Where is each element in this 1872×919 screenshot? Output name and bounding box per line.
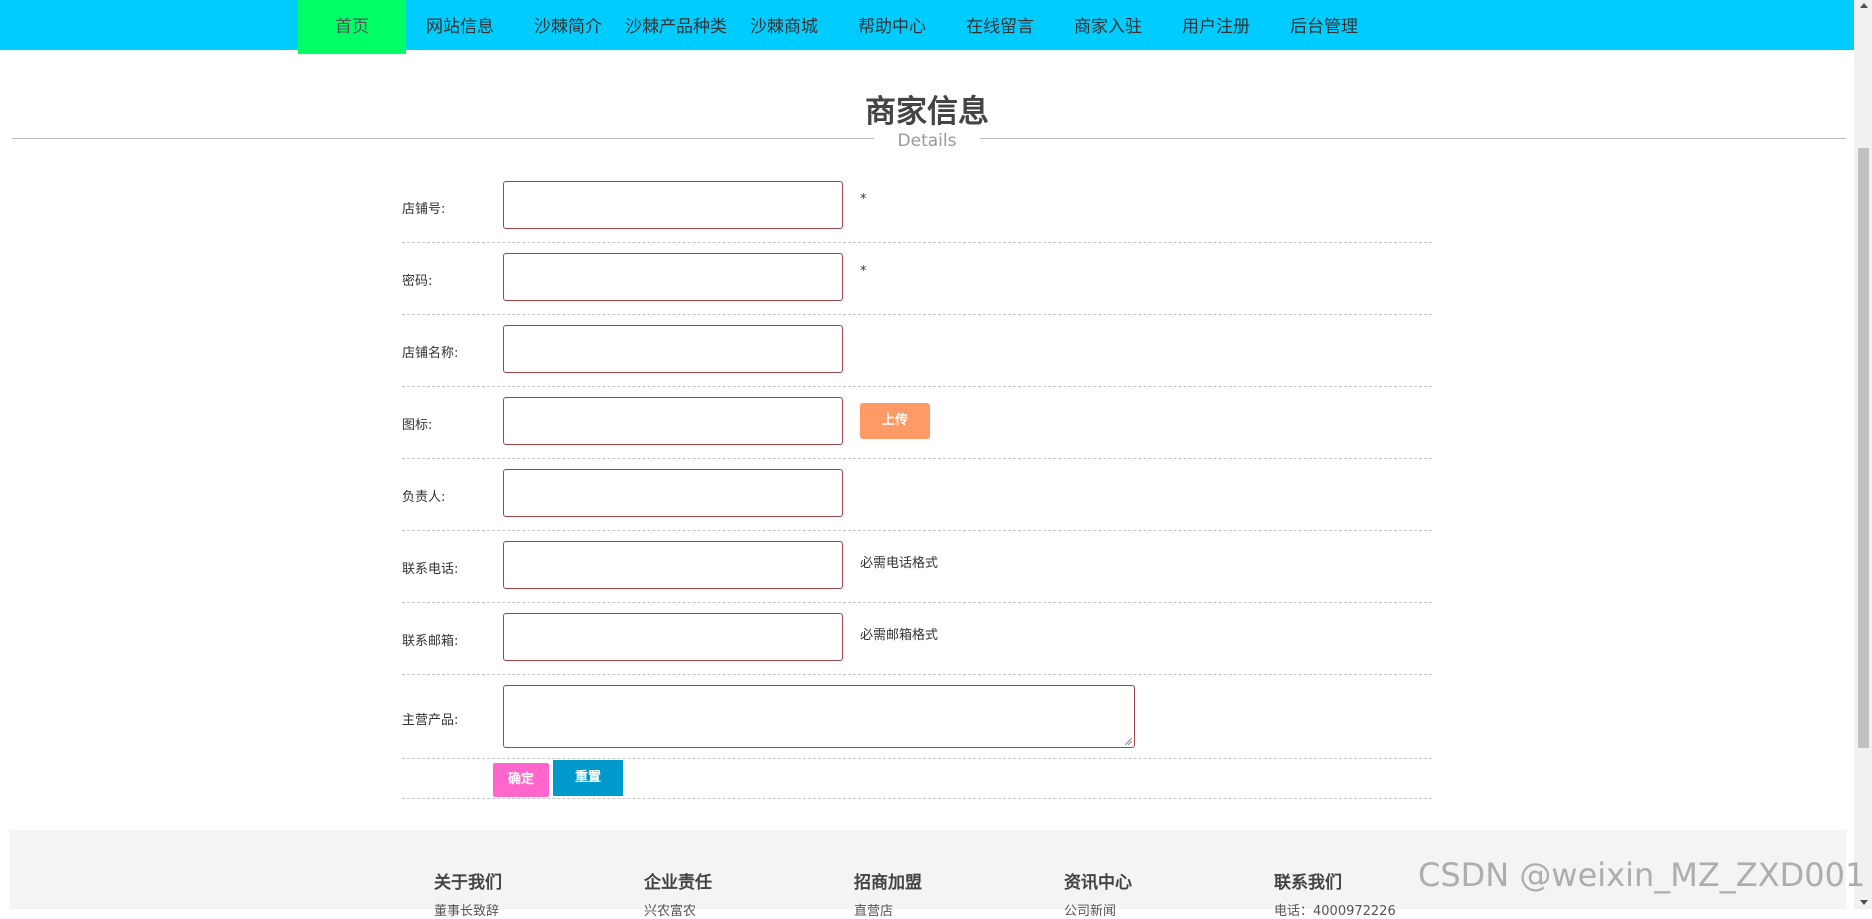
footer-responsibility-link[interactable]: 兴农富农	[644, 900, 696, 919]
footer-contact-title: 联系我们	[1274, 873, 1342, 893]
phone-input[interactable]	[503, 541, 843, 589]
upload-button[interactable]: 上传	[860, 403, 930, 439]
icon-path-input[interactable]	[503, 397, 843, 445]
password-input[interactable]	[503, 253, 843, 301]
footer-about-title: 关于我们	[434, 873, 502, 893]
icon-label: 图标:	[402, 418, 433, 433]
store-name-label: 店铺名称:	[402, 346, 459, 361]
nav-site-info[interactable]: 网站信息	[406, 0, 514, 50]
main-products-textarea[interactable]	[503, 685, 1135, 748]
nav-register[interactable]: 用户注册	[1162, 0, 1270, 50]
scroll-up-icon[interactable]	[1860, 3, 1868, 8]
email-input[interactable]	[503, 613, 843, 661]
footer-about-link[interactable]: 董事长致辞	[434, 900, 499, 919]
footer-franchise-link[interactable]: 直营店	[854, 900, 893, 919]
csdn-watermark: CSDN @weixin_MZ_ZXD001	[1418, 856, 1866, 894]
store-name-input[interactable]	[503, 325, 843, 373]
resize-grip-icon[interactable]	[1124, 737, 1132, 745]
nav-message[interactable]: 在线留言	[946, 0, 1054, 50]
email-label: 联系邮箱:	[402, 634, 459, 649]
confirm-button[interactable]: 确定	[493, 763, 549, 797]
manager-input[interactable]	[503, 469, 843, 517]
top-nav: 首页 网站信息 沙棘简介 沙棘产品种类 沙棘商城 帮助中心 在线留言 商家入驻 …	[0, 0, 1854, 54]
password-label: 密码:	[402, 274, 433, 289]
page-title: 商家信息	[865, 94, 989, 130]
scroll-down-icon[interactable]	[1860, 900, 1868, 905]
store-id-label: 店铺号:	[402, 202, 446, 217]
footer-contact-phone: 电话：4000972226	[1274, 904, 1396, 919]
nav-product-types[interactable]: 沙棘产品种类	[622, 0, 730, 50]
required-mark: *	[860, 264, 867, 279]
footer-responsibility-title: 企业责任	[644, 873, 712, 893]
nav-home[interactable]: 首页	[298, 0, 406, 54]
nav-admin[interactable]: 后台管理	[1270, 0, 1378, 50]
phone-label: 联系电话:	[402, 562, 459, 577]
nav-help[interactable]: 帮助中心	[838, 0, 946, 50]
footer-news-title: 资讯中心	[1064, 873, 1132, 893]
nav-shop[interactable]: 沙棘商城	[730, 0, 838, 50]
footer-franchise-title: 招商加盟	[854, 873, 922, 893]
scroll-thumb[interactable]	[1858, 148, 1869, 748]
vertical-scrollbar[interactable]	[1854, 0, 1872, 909]
store-id-input[interactable]	[503, 181, 843, 229]
phone-format-hint: 必需电话格式	[860, 556, 939, 571]
required-mark: *	[860, 192, 867, 207]
manager-label: 负责人:	[402, 490, 446, 505]
nav-intro[interactable]: 沙棘简介	[514, 0, 622, 50]
reset-button[interactable]: 重置	[553, 760, 623, 796]
page-subtitle: Details	[897, 131, 957, 151]
nav-merchant-join[interactable]: 商家入驻	[1054, 0, 1162, 50]
email-format-hint: 必需邮箱格式	[860, 628, 939, 643]
footer-news-link[interactable]: 公司新闻	[1064, 900, 1116, 919]
main-products-label: 主营产品:	[402, 713, 459, 728]
